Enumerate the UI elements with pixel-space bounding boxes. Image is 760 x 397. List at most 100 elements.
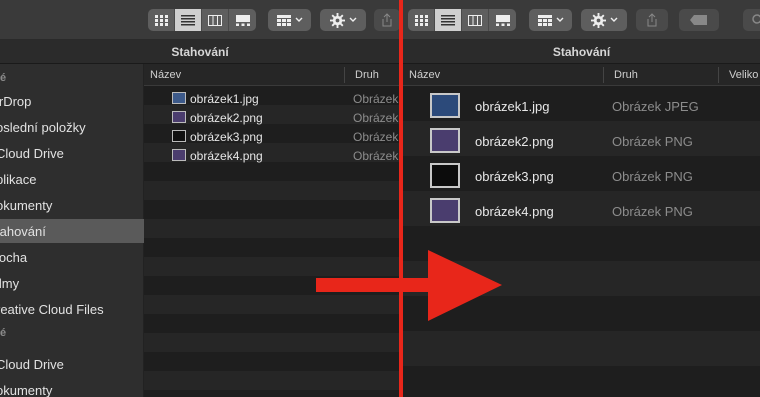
icon-view-icon [154, 14, 168, 26]
sidebar-item-label: locha [0, 249, 28, 265]
file-kind: Obrázek [353, 91, 399, 106]
sidebar-item-recents[interactable]: oslední položky [0, 115, 144, 139]
gallery-view-icon [235, 14, 250, 26]
sidebar-item-icloud-drive-2[interactable]: Cloud Drive [0, 352, 144, 376]
column-header-kind[interactable]: Druh [355, 69, 379, 81]
image-thumbnail-icon [172, 149, 186, 161]
sidebar-item-downloads[interactable]: tahování [0, 219, 144, 243]
group-icon [276, 14, 291, 26]
tag-button[interactable] [679, 9, 719, 31]
share-icon [647, 13, 657, 27]
file-kind: Obrázek JPEG [612, 99, 699, 114]
icon-view-icon [414, 14, 428, 26]
sidebar-item-creative-cloud[interactable]: reative Cloud Files [0, 297, 144, 321]
share-button[interactable] [374, 9, 400, 31]
table-row[interactable]: obrázek3.png Obrázek [144, 127, 400, 146]
image-thumbnail-icon [430, 198, 460, 223]
finder-comparison: Stahování é irDrop oslední položky Cloud… [0, 0, 760, 397]
sidebar-item-movies[interactable]: ilmy [0, 271, 144, 295]
sidebar-item-label: okumenty [0, 382, 53, 397]
chevron-down-icon [610, 17, 617, 22]
search-button[interactable] [743, 9, 760, 31]
table-row[interactable]: obrázek1.jpg Obrázek [144, 89, 400, 108]
sidebar-item-documents-2[interactable]: okumenty [0, 378, 144, 397]
table-row[interactable]: obrázek2.png Obrázek [144, 108, 400, 127]
search-icon [752, 14, 760, 24]
file-name: obrázek1.jpg [475, 99, 550, 114]
tag-icon [690, 15, 707, 25]
sidebar-item-documents[interactable]: okumenty [0, 193, 144, 217]
column-view-icon [208, 14, 222, 26]
column-header-row: Název Druh [144, 64, 400, 86]
column-header-kind[interactable]: Druh [614, 69, 638, 81]
column-header-size[interactable]: Veliko [729, 69, 758, 81]
gallery-view-button[interactable] [229, 9, 256, 31]
chevron-down-icon [295, 17, 302, 22]
path-title-left: Stahování [0, 40, 400, 64]
list-view-button[interactable] [435, 9, 462, 31]
column-separator[interactable] [603, 67, 604, 83]
column-header-row: Název Druh Veliko [403, 64, 760, 86]
file-name: obrázek2.png [475, 134, 554, 149]
column-header-name[interactable]: Název [409, 69, 440, 81]
share-button[interactable] [636, 9, 668, 31]
image-thumbnail-icon [172, 111, 186, 123]
column-view-button[interactable] [202, 9, 229, 31]
sidebar-item-applications[interactable]: plikace [0, 167, 144, 191]
file-kind: Obrázek PNG [612, 204, 693, 219]
gallery-view-button[interactable] [489, 9, 516, 31]
sidebar-item-label: ilmy [0, 275, 20, 291]
file-list-left: Název Druh obrázek1.jpg Obrázek obrázek2… [144, 64, 400, 397]
sidebar-item-airdrop[interactable]: irDrop [0, 89, 144, 113]
image-thumbnail-icon [430, 163, 460, 188]
toolbar-right [403, 0, 760, 40]
chevron-down-icon [556, 17, 563, 22]
action-gear-icon [590, 12, 606, 28]
toolbar-left [0, 0, 400, 40]
red-arrow-icon [316, 250, 502, 321]
list-view-button[interactable] [175, 9, 202, 31]
table-row[interactable]: obrázek2.png Obrázek PNG [403, 124, 760, 159]
column-view-icon [468, 14, 482, 26]
column-separator[interactable] [344, 67, 345, 83]
sidebar-item-label: irDrop [0, 93, 32, 109]
sidebar-item-icloud-drive[interactable]: Cloud Drive [0, 141, 144, 165]
sidebar-item-label: okumenty [0, 197, 53, 213]
icon-view-button[interactable] [148, 9, 175, 31]
file-name: obrázek3.png [475, 169, 554, 184]
file-name: obrázek4.png [190, 148, 263, 163]
table-row[interactable]: obrázek3.png Obrázek PNG [403, 159, 760, 194]
sidebar-item-label: reative Cloud Files [0, 301, 104, 317]
column-view-button[interactable] [462, 9, 489, 31]
table-row[interactable]: obrázek4.png Obrázek PNG [403, 194, 760, 229]
sidebar-item-label: Cloud Drive [0, 145, 64, 161]
group-button[interactable] [268, 9, 311, 31]
view-mode-segment [408, 9, 516, 31]
file-name: obrázek1.jpg [190, 91, 259, 106]
table-row[interactable]: obrázek1.jpg Obrázek JPEG [403, 89, 760, 124]
path-title-right: Stahování [403, 40, 760, 64]
list-view-icon [181, 14, 195, 25]
action-button[interactable] [320, 9, 366, 31]
column-header-name[interactable]: Název [150, 69, 181, 81]
file-kind: Obrázek PNG [612, 134, 693, 149]
icon-view-button[interactable] [408, 9, 435, 31]
file-name: obrázek4.png [475, 204, 554, 219]
image-thumbnail-icon [430, 128, 460, 153]
gallery-view-icon [495, 14, 510, 26]
action-button[interactable] [581, 9, 627, 31]
comparison-divider-line [399, 0, 403, 397]
file-kind: Obrázek [353, 110, 399, 125]
sidebar-item-label: plikace [0, 171, 37, 187]
column-separator[interactable] [718, 67, 719, 83]
file-name: obrázek2.png [190, 110, 263, 125]
table-row[interactable]: obrázek4.png Obrázek [144, 146, 400, 165]
file-name: obrázek3.png [190, 129, 263, 144]
view-mode-segment [148, 9, 256, 31]
sidebar-item-label: tahování [0, 223, 46, 239]
group-icon [537, 14, 552, 26]
file-kind: Obrázek PNG [612, 169, 693, 184]
group-button[interactable] [529, 9, 572, 31]
sidebar-item-label: oslední položky [0, 119, 86, 135]
sidebar-item-desktop[interactable]: locha [0, 245, 144, 269]
